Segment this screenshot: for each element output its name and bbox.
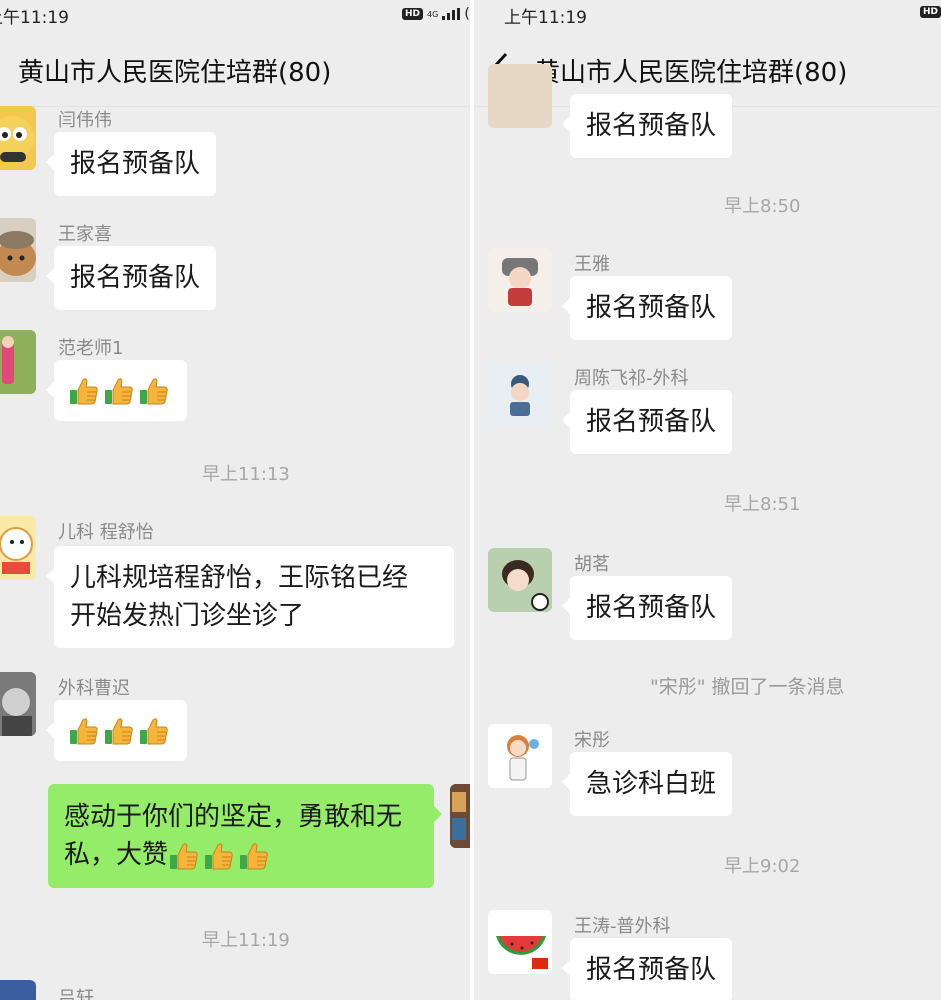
sender-name: 闫伟伟 xyxy=(58,110,112,131)
message-bubble[interactable] xyxy=(46,360,187,421)
avatar[interactable] xyxy=(0,516,36,580)
self-avatar[interactable] xyxy=(450,784,470,848)
message-bubble[interactable]: 报名预备队 xyxy=(561,390,733,454)
thumbs-up-icon xyxy=(168,840,200,872)
thumbs-up-icon xyxy=(68,375,100,407)
hd-icon: HD xyxy=(920,6,941,18)
hd-icon: HD xyxy=(402,8,424,20)
sender-name: 王家喜 xyxy=(58,224,112,245)
avatar[interactable] xyxy=(0,218,36,282)
avatar[interactable] xyxy=(488,64,552,128)
thumbs-up-icon xyxy=(68,715,100,747)
message-bubble[interactable]: 报名预备队 xyxy=(561,276,733,340)
message-bubble[interactable] xyxy=(46,700,187,761)
status-time: 上午11:19 xyxy=(0,8,69,28)
sender-name: 周陈飞祁-外科 xyxy=(574,368,689,389)
network-label: 4G xyxy=(427,9,439,19)
status-time: 上午11:19 xyxy=(504,8,587,28)
message-bubble[interactable]: 报名预备队 xyxy=(45,246,217,310)
sender-name: 宋彤 xyxy=(574,730,610,751)
avatar[interactable] xyxy=(488,724,552,788)
timestamp: 早上9:02 xyxy=(724,856,801,877)
thumbs-up-icon xyxy=(103,715,135,747)
avatar[interactable] xyxy=(488,548,552,612)
message-bubble[interactable]: 急诊科白班 xyxy=(561,752,733,816)
self-message-bubble[interactable]: 感动于你们的坚定，勇敢和无 私，大赞 xyxy=(48,784,442,888)
sender-name: 王涛-普外科 xyxy=(574,916,671,937)
chat-title: 黄山市人民医院住培群(80) xyxy=(18,58,332,88)
chat-panel-left: 上午11:19 HD 4G ( 黄山市人民医院住培群(80) 闫伟伟 报名预备队… xyxy=(0,0,470,1000)
chat-panel-right: 上午11:19 HD 黄山市人民医院住培群(80) 报名预备队 早上8:50 王… xyxy=(474,0,941,1000)
status-bar: 上午11:19 HD 4G ( xyxy=(0,0,470,30)
chat-title: 黄山市人民医院住培群(80) xyxy=(534,58,848,88)
status-bar: 上午11:19 HD xyxy=(474,0,941,30)
thumbs-up-icon xyxy=(238,840,270,872)
avatar[interactable] xyxy=(488,362,552,426)
signal-icon xyxy=(442,8,461,20)
battery-icon: ( xyxy=(464,6,470,22)
avatar[interactable] xyxy=(0,672,36,736)
sender-name: 王雅 xyxy=(574,254,610,275)
avatar[interactable] xyxy=(488,248,552,312)
sender-name: 范老师1 xyxy=(58,338,124,359)
thumbs-up-icon xyxy=(203,840,235,872)
title-bar: 黄山市人民医院住培群(80) xyxy=(0,38,470,98)
timestamp: 早上11:13 xyxy=(202,464,290,485)
sender-name: 儿科 程舒怡 xyxy=(58,522,154,543)
message-bubble[interactable]: 报名预备队 xyxy=(561,938,733,1000)
thumbs-up-icon xyxy=(103,375,135,407)
avatar[interactable] xyxy=(0,106,36,170)
timestamp: 早上8:51 xyxy=(724,494,801,515)
message-bubble[interactable]: 报名预备队 xyxy=(561,94,733,158)
thumbs-up-icon xyxy=(138,375,170,407)
message-bubble[interactable]: 儿科规培程舒怡，王际铭已经 开始发热门诊坐诊了 xyxy=(46,546,454,648)
avatar[interactable] xyxy=(488,910,552,974)
sender-name: 胡茗 xyxy=(574,554,610,575)
thumbs-up-icon xyxy=(138,715,170,747)
avatar[interactable] xyxy=(0,330,36,394)
avatar[interactable] xyxy=(0,980,36,1000)
recall-notice: "宋彤" 撤回了一条消息 xyxy=(650,676,845,698)
sender-name: 外科曹迟 xyxy=(58,678,130,699)
timestamp: 早上11:19 xyxy=(202,930,290,951)
message-bubble[interactable]: 报名预备队 xyxy=(561,576,733,640)
message-bubble[interactable]: 报名预备队 xyxy=(45,132,217,196)
timestamp: 早上8:50 xyxy=(724,196,801,217)
sender-name: 吕轩 xyxy=(58,988,94,1000)
